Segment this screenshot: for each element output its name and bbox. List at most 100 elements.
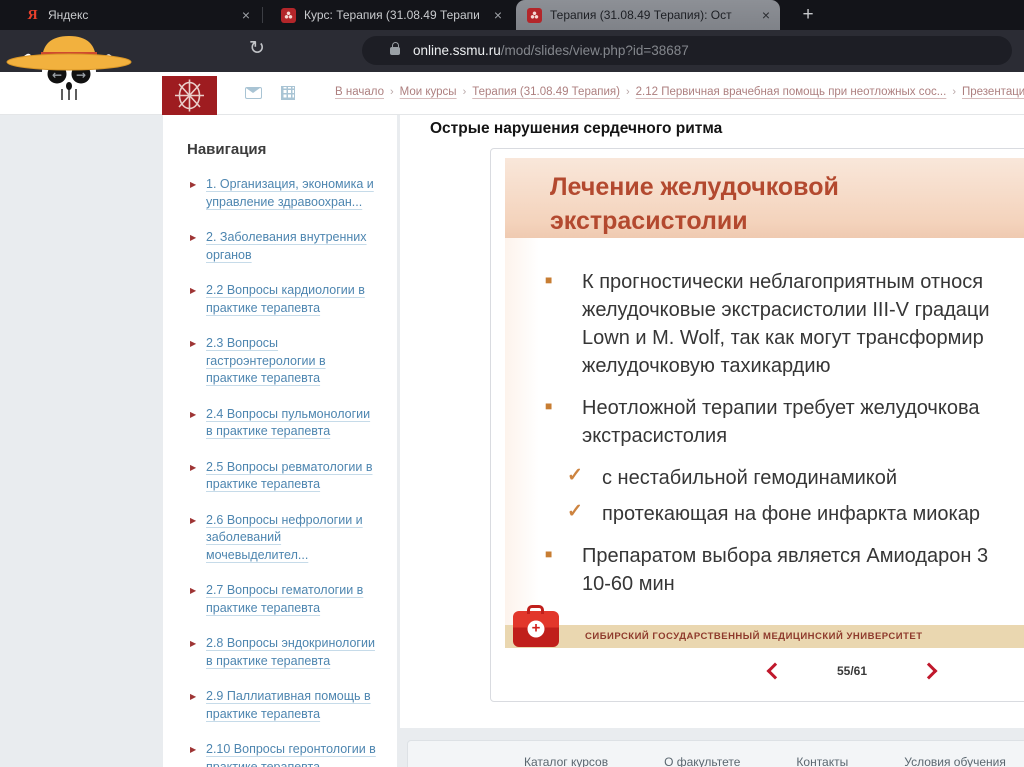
first-aid-kit-icon	[513, 605, 559, 647]
browser-tab-bar: Я Яндекс × Курс: Терапия (31.08.49 Терап…	[0, 0, 1024, 30]
university-banner-text: СИБИРСКИЙ ГОСУДАРСТВЕННЫЙ МЕДИЦИНСКИЙ УН…	[585, 631, 923, 642]
sidebar-item-2[interactable]: ▶ 2. Заболевания внутренних органов	[190, 229, 397, 264]
breadcrumb-section[interactable]: 2.12 Первичная врачебная помощь при неот…	[636, 86, 947, 98]
sidebar-item-2-8[interactable]: ▶ 2.8 Вопросы эндокринологии в практике …	[190, 635, 397, 670]
ssmu-favicon-icon	[527, 7, 542, 23]
address-bar[interactable]: online.ssmu.ru/mod/slides/view.php?id=38…	[362, 36, 1012, 65]
tab-close-icon[interactable]: ×	[762, 8, 770, 22]
footer-link-contacts[interactable]: Контакты	[796, 755, 848, 767]
square-bullet-icon: ■	[545, 399, 553, 413]
slide-bullet: ■ К прогностически неблагоприятным относ…	[505, 268, 1024, 380]
slide-title: Лечение желудочковой экстрасистолии	[550, 173, 839, 235]
footer-link-about-faculty[interactable]: О факультете	[664, 755, 740, 767]
slide-pager: 55/61	[766, 660, 938, 682]
page-footer: Каталог курсов О факультете Контакты Усл…	[407, 740, 1024, 767]
sidebar-item-2-6[interactable]: ▶ 2.6 Вопросы нефрологии и заболеваний м…	[190, 512, 397, 565]
triangle-bullet-icon: ▶	[190, 180, 197, 189]
triangle-bullet-icon: ▶	[190, 515, 197, 525]
browser-tab-active-presentation[interactable]: Терапия (31.08.49 Терапия): Ост ×	[516, 0, 780, 30]
yandex-favicon-icon: Я	[27, 7, 38, 23]
tab-close-icon[interactable]: ×	[242, 8, 250, 22]
check-text: протекающая на фоне инфаркта миокар	[602, 503, 980, 525]
triangle-bullet-icon: ▶	[190, 462, 197, 472]
browser-toolbar: ↻ online.ssmu.ru/mod/slides/view.php?id=…	[0, 30, 1024, 72]
breadcrumb-presentation[interactable]: Презентация	[962, 86, 1024, 98]
breadcrumb-separator: ›	[462, 86, 467, 98]
ssmu-favicon-icon	[281, 7, 296, 23]
ssmu-emblem-icon	[175, 79, 204, 112]
new-tab-button[interactable]: +	[794, 3, 822, 27]
square-bullet-icon: ■	[545, 273, 553, 287]
triangle-bullet-icon: ▶	[190, 639, 197, 648]
jolly-roger-logo: ← →	[3, 24, 135, 102]
slide-bullet: ■ Неотложной терапии требует желудочкова…	[505, 394, 1024, 450]
triangle-bullet-icon: ▶	[190, 409, 197, 419]
university-banner: СИБИРСКИЙ ГОСУДАРСТВЕННЫЙ МЕДИЦИНСКИЙ УН…	[505, 605, 1024, 648]
breadcrumb-separator: ›	[952, 86, 956, 98]
slide-header: Лечение желудочковой экстрасистолии	[505, 158, 1024, 238]
ssmu-logo[interactable]	[162, 76, 217, 115]
tab-title: Курс: Терапия (31.08.49 Терапи	[304, 8, 480, 22]
bullet-text: Неотложной терапии требует желудочкова э…	[582, 397, 980, 447]
sidebar-item-2-3[interactable]: ▶ 2.3 Вопросы гастроэнтерологии в практи…	[190, 335, 397, 388]
main-content-card: Острые нарушения сердечного ритма Лечени…	[400, 115, 1024, 728]
presentation-slide: Лечение желудочковой экстрасистолии ■ К …	[505, 158, 1024, 648]
previous-slide-button[interactable]	[766, 662, 784, 680]
sidebar-item-2-5[interactable]: ▶ 2.5 Вопросы ревматологии в практике те…	[190, 459, 397, 494]
check-icon: ✓	[567, 465, 583, 486]
footer-links: Каталог курсов О факультете Контакты Усл…	[408, 741, 1024, 767]
navigation-sidebar: Навигация ▶ 1. Организация, экономика и …	[163, 115, 397, 767]
sidebar-link[interactable]: 2.10 Вопросы геронтологии в практике тер…	[206, 741, 376, 767]
site-header: В начало › Мои курсы › Терапия (31.08.49 Тер…	[0, 72, 1024, 115]
next-slide-button[interactable]	[920, 662, 938, 680]
sidebar-link[interactable]: 2.8 Вопросы эндокринологии в практике те…	[206, 635, 375, 670]
breadcrumb: В начало › Мои курсы › Терапия (31.08.49 Тер…	[335, 86, 1024, 104]
slide-bullet: ■ Препаратом выбора является Амиодарон 3…	[505, 542, 1024, 598]
triangle-bullet-icon: ▶	[190, 745, 197, 754]
sidebar-item-2-4[interactable]: ▶ 2.4 Вопросы пульмонологии в практике т…	[190, 406, 397, 441]
apps-grid-icon[interactable]	[281, 86, 295, 100]
breadcrumb-home[interactable]: В начало	[335, 86, 384, 98]
bullet-text: Препаратом выбора является Амиодарон 3 1…	[582, 545, 989, 595]
footer-link-study-terms[interactable]: Условия обучения	[904, 755, 1006, 767]
breadcrumb-separator: ›	[625, 86, 630, 98]
tab-title: Яндекс	[48, 8, 89, 22]
sidebar-link[interactable]: 2.3 Вопросы гастроэнтерологии в практике…	[206, 335, 326, 388]
triangle-bullet-icon: ▶	[190, 586, 197, 595]
url-domain: online.ssmu.ru	[413, 43, 501, 58]
slide-check-item: ✓ протекающая на фоне инфаркта миокар	[505, 500, 1024, 529]
reload-button[interactable]: ↻	[249, 37, 265, 59]
footer-link-course-catalog[interactable]: Каталог курсов	[524, 755, 608, 767]
messages-icon[interactable]	[245, 87, 262, 99]
lock-icon	[390, 41, 400, 55]
triangle-bullet-icon: ▶	[190, 233, 197, 242]
page-title: Острые нарушения сердечного ритма	[430, 120, 723, 137]
tab-title: Терапия (31.08.49 Терапия): Ост	[550, 8, 732, 22]
slide-body: ■ К прогностически неблагоприятным относ…	[505, 238, 1024, 598]
breadcrumb-course[interactable]: Терапия (31.08.49 Терапия)	[472, 86, 620, 98]
sidebar-item-2-10[interactable]: ▶ 2.10 Вопросы геронтологии в практике т…	[190, 741, 397, 767]
breadcrumb-my-courses[interactable]: Мои курсы	[400, 86, 457, 98]
check-text: с нестабильной гемодинамикой	[602, 467, 898, 489]
page-content: Навигация ▶ 1. Организация, экономика и …	[0, 115, 1024, 767]
sidebar-link[interactable]: 2.6 Вопросы нефрологии и заболеваний моч…	[206, 512, 363, 565]
sidebar-link[interactable]: 2.2 Вопросы кардиологии в практике терап…	[206, 282, 365, 317]
sidebar-link[interactable]: 2.9 Паллиативная помощь в практике терап…	[206, 688, 371, 723]
slide-page-indicator: 55/61	[836, 664, 868, 678]
check-icon: ✓	[567, 501, 583, 522]
sidebar-link[interactable]: 2.4 Вопросы пульмонологии в практике тер…	[206, 406, 370, 441]
browser-tab-course[interactable]: Курс: Терапия (31.08.49 Терапи ×	[270, 0, 512, 30]
sidebar-item-2-7[interactable]: ▶ 2.7 Вопросы гематологии в практике тер…	[190, 582, 397, 617]
sidebar-item-2-2[interactable]: ▶ 2.2 Вопросы кардиологии в практике тер…	[190, 282, 397, 317]
tab-close-icon[interactable]: ×	[494, 8, 502, 22]
sidebar-link[interactable]: 2.5 Вопросы ревматологии в практике тера…	[206, 459, 372, 494]
sidebar-link[interactable]: 1. Организация, экономика и управление з…	[206, 176, 374, 211]
tab-separator	[262, 7, 263, 23]
breadcrumb-separator: ›	[389, 86, 394, 98]
sidebar-item-1[interactable]: ▶ 1. Организация, экономика и управление…	[190, 176, 397, 211]
sidebar-title: Навигация	[187, 141, 267, 158]
sidebar-link[interactable]: 2. Заболевания внутренних органов	[206, 229, 367, 264]
sidebar-item-2-9[interactable]: ▶ 2.9 Паллиативная помощь в практике тер…	[190, 688, 397, 723]
sidebar-link[interactable]: 2.7 Вопросы гематологии в практике терап…	[206, 582, 363, 617]
slide-check-item: ✓ с нестабильной гемодинамикой	[505, 464, 1024, 493]
